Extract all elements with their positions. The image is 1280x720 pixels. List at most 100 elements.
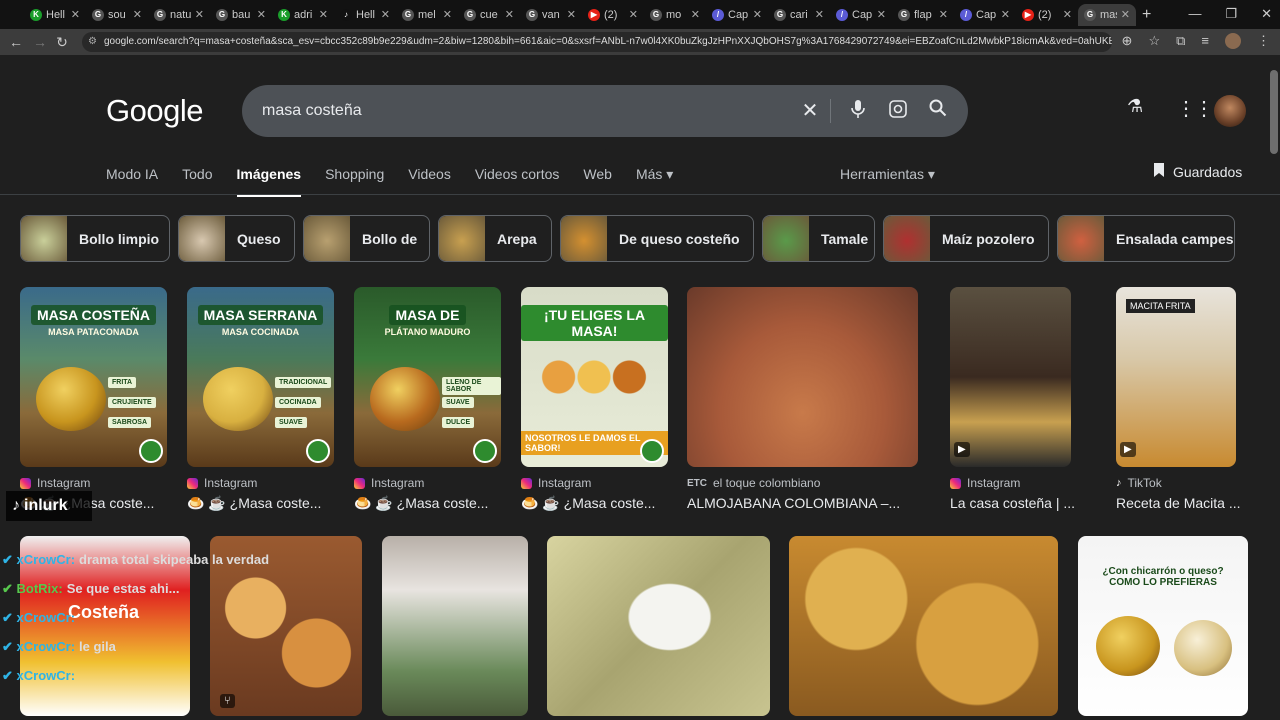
clear-search-icon[interactable]: ✕: [798, 99, 822, 123]
bookmark-star-icon[interactable]: ☆: [1148, 33, 1160, 49]
page-scrollbar[interactable]: [1270, 70, 1278, 154]
search-submit-icon[interactable]: [926, 99, 950, 123]
result-source[interactable]: ♪ TikTok: [1116, 476, 1162, 490]
result-source[interactable]: Instagram: [521, 476, 591, 490]
browser-tab[interactable]: Gflap ✕: [892, 4, 954, 26]
image-result[interactable]: ▶ Instagram La casa costeña | ...: [950, 287, 1075, 517]
image-result[interactable]: ¿Con chicarrón o queso? COMO LO PREFIERA…: [1078, 536, 1248, 716]
account-avatar[interactable]: [1214, 95, 1246, 127]
image-result[interactable]: ▶ MACITA FRITA ♪ TikTok Receta de Macita ...: [1116, 287, 1241, 517]
site-info-icon[interactable]: ⚙: [88, 32, 97, 52]
browser-tab[interactable]: Gmel ✕: [396, 4, 458, 26]
tab-close-icon[interactable]: ✕: [71, 8, 80, 21]
result-title[interactable]: 🍮 ☕ ¿Masa coste...: [187, 495, 321, 512]
close-window-icon[interactable]: ✕: [1261, 6, 1272, 22]
result-title[interactable]: Receta de Macita ...: [1116, 495, 1241, 511]
result-image[interactable]: [687, 287, 918, 467]
browser-tab[interactable]: Gsou ✕: [86, 4, 148, 26]
search-tab[interactable]: Videos: [408, 166, 451, 197]
tab-close-icon[interactable]: ✕: [1063, 8, 1072, 21]
browser-tab[interactable]: Gmo ✕: [644, 4, 706, 26]
browser-tab[interactable]: Kadri ✕: [272, 4, 334, 26]
tab-close-icon[interactable]: ✕: [753, 8, 762, 21]
search-input[interactable]: [262, 99, 782, 123]
result-image[interactable]: ▶: [950, 287, 1071, 467]
browser-tab[interactable]: / Cap ✕: [830, 4, 892, 26]
browser-tab[interactable]: K Hell ✕: [24, 4, 86, 26]
google-logo[interactable]: Google: [106, 93, 203, 129]
browser-tab[interactable]: / Cap ✕: [954, 4, 1016, 26]
tools-button[interactable]: Herramientas ▾: [840, 166, 935, 183]
tab-close-icon[interactable]: ✕: [133, 8, 142, 21]
tab-close-icon[interactable]: ✕: [319, 8, 328, 21]
result-image[interactable]: [382, 536, 528, 716]
search-tab[interactable]: Web: [583, 166, 612, 197]
tab-close-icon[interactable]: ✕: [257, 8, 266, 21]
browser-tab[interactable]: Gcue ✕: [458, 4, 520, 26]
filter-chip[interactable]: Arepa: [438, 215, 552, 262]
zoom-icon[interactable]: ⊕: [1122, 33, 1133, 49]
saved-button[interactable]: Guardados: [1153, 162, 1242, 181]
browser-tab[interactable]: ▶ (2) ✕: [1016, 4, 1078, 26]
image-result[interactable]: ¡TU ELIGES LA MASA! NOSOTROS LE DAMOS EL …: [521, 287, 668, 517]
tab-close-icon[interactable]: ✕: [381, 8, 390, 21]
voice-search-icon[interactable]: [846, 99, 870, 123]
result-source[interactable]: Instagram: [950, 476, 1020, 490]
search-tab[interactable]: Imágenes: [236, 166, 302, 197]
tab-close-icon[interactable]: ✕: [567, 8, 576, 21]
forward-icon[interactable]: →: [28, 34, 52, 50]
browser-tab[interactable]: Gnatu ✕: [148, 4, 210, 26]
lens-search-icon[interactable]: [886, 99, 910, 123]
image-result[interactable]: MASA COSTEÑA MASA PATACONADA FRITA CRUJIENT…: [20, 287, 167, 517]
tab-search-icon[interactable]: ≡: [1201, 33, 1209, 49]
result-image[interactable]: ¿Con chicarrón o queso? COMO LO PREFIERA…: [1078, 536, 1248, 716]
image-result[interactable]: [547, 536, 770, 716]
result-image[interactable]: MASA DE PLÁTANO MADURO LLENO DE SABOR SUAVE…: [354, 287, 501, 467]
result-title[interactable]: 🍮 ☕ ¿Masa coste...: [354, 495, 488, 512]
tab-close-icon[interactable]: ✕: [195, 8, 204, 21]
filter-chip[interactable]: Queso: [178, 215, 295, 262]
result-image[interactable]: [789, 536, 1058, 716]
filter-chip[interactable]: De queso costeño: [560, 215, 754, 262]
browser-tab[interactable]: / Cap ✕: [706, 4, 768, 26]
new-tab-button[interactable]: +: [1142, 6, 1151, 24]
reload-icon[interactable]: ↻: [50, 34, 74, 51]
search-tab[interactable]: Más ▾: [636, 166, 673, 197]
search-tab[interactable]: Videos cortos: [475, 166, 560, 197]
tab-close-icon[interactable]: ✕: [443, 8, 452, 21]
result-image[interactable]: [547, 536, 770, 716]
image-result[interactable]: MASA DE PLÁTANO MADURO LLENO DE SABOR SUAVE…: [354, 287, 501, 517]
filter-chip[interactable]: Tamale: [762, 215, 875, 262]
search-tab[interactable]: Todo: [182, 166, 212, 197]
browser-menu-icon[interactable]: ⋮: [1257, 33, 1270, 49]
restore-icon[interactable]: ❐: [1225, 6, 1237, 22]
browser-tab[interactable]: Gbau ✕: [210, 4, 272, 26]
browser-tab[interactable]: ♪ Hell ✕: [334, 4, 396, 26]
image-result[interactable]: MASA SERRANA MASA COCINADA TRADICIONAL COCI…: [187, 287, 334, 517]
image-result[interactable]: [789, 536, 1058, 716]
url-field[interactable]: ⚙ google.com/search?q=masa+costeña&sca_e…: [82, 32, 1112, 52]
result-source[interactable]: Instagram: [20, 476, 90, 490]
back-icon[interactable]: ←: [4, 34, 28, 50]
filter-chip[interactable]: Maíz pozolero: [883, 215, 1049, 262]
tab-close-icon[interactable]: ✕: [939, 8, 948, 21]
result-image[interactable]: ¡TU ELIGES LA MASA! NOSOTROS LE DAMOS EL …: [521, 287, 668, 467]
extensions-icon[interactable]: ⧉: [1176, 33, 1185, 49]
filter-chip[interactable]: Bollo limpio: [20, 215, 170, 262]
result-image[interactable]: MASA COSTEÑA MASA PATACONADA FRITA CRUJIENT…: [20, 287, 167, 467]
tab-close-icon[interactable]: ✕: [877, 8, 886, 21]
result-source[interactable]: Instagram: [354, 476, 424, 490]
tab-close-icon[interactable]: ✕: [505, 8, 514, 21]
image-result[interactable]: ETC el toque colombiano ALMOJABANA COLOMBI…: [687, 287, 918, 517]
result-image[interactable]: ▶ MACITA FRITA: [1116, 287, 1236, 467]
browser-tab[interactable]: Gvan ✕: [520, 4, 582, 26]
search-tab[interactable]: Shopping: [325, 166, 384, 197]
minimize-icon[interactable]: —: [1188, 6, 1201, 22]
tab-close-icon[interactable]: ✕: [691, 8, 700, 21]
tab-close-icon[interactable]: ✕: [629, 8, 638, 21]
tab-close-icon[interactable]: ✕: [1001, 8, 1010, 21]
result-title[interactable]: 🍮 ☕ ¿Masa coste...: [521, 495, 655, 512]
filter-chip[interactable]: Ensalada campes: [1057, 215, 1235, 262]
browser-tab[interactable]: ▶ (2) ✕: [582, 4, 644, 26]
tab-close-icon[interactable]: ✕: [815, 8, 824, 21]
